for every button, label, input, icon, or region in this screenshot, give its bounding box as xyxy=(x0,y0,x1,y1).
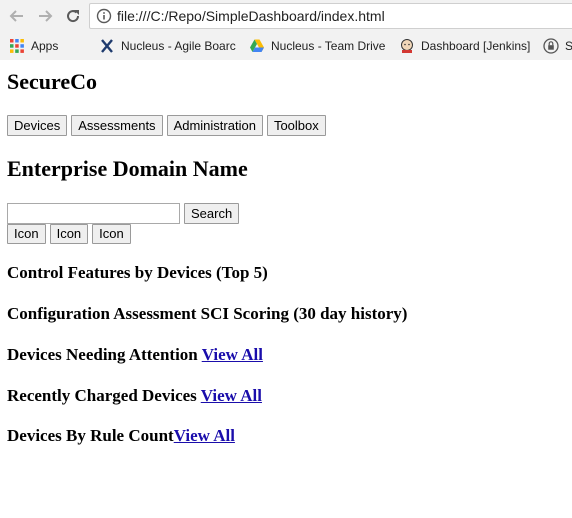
icon-button-3[interactable]: Icon xyxy=(92,224,131,244)
icon-button-1[interactable]: Icon xyxy=(7,224,46,244)
jenkins-icon xyxy=(401,39,413,53)
bookmark-jenkins[interactable]: Dashboard [Jenkins] xyxy=(399,37,530,55)
bookmark-label: Nucleus - Team Drive xyxy=(271,39,386,53)
address-bar[interactable]: file:///C:/Repo/SimpleDashboard/index.ht… xyxy=(89,3,572,29)
view-all-link[interactable]: View All xyxy=(201,386,262,405)
bookmark-label: S xyxy=(565,39,572,53)
bookmark-label: Dashboard [Jenkins] xyxy=(421,39,531,53)
section-devices-needing-attention: Devices Needing Attention View All xyxy=(7,345,263,365)
drive-icon xyxy=(250,39,264,52)
page-title: SecureCo xyxy=(7,69,98,94)
bookmark-nucleus-drive[interactable]: Nucleus - Team Drive xyxy=(249,37,385,55)
section-sci-scoring: Configuration Assessment SCI Scoring (30… xyxy=(7,304,407,324)
bookmark-label: Apps xyxy=(31,39,59,53)
section-control-features: Control Features by Devices (Top 5) xyxy=(7,263,268,283)
page-content: SecureCo Devices Assessments Administrat… xyxy=(0,60,572,518)
bookmark-label: Nucleus - Agile Boarc xyxy=(121,39,236,53)
forward-arrow-icon xyxy=(39,10,53,22)
bookmark-apps[interactable]: Apps xyxy=(9,37,58,55)
lock-circle-icon xyxy=(543,38,559,54)
search-button[interactable]: Search xyxy=(184,203,240,224)
bookmarks-bar: Apps Nucleus - Agile Boarc Nucleus - Tea… xyxy=(0,33,572,59)
bookmark-s[interactable]: S xyxy=(543,37,572,55)
bookmark-nucleus-agile[interactable]: Nucleus - Agile Boarc xyxy=(99,37,239,55)
toolbox-button[interactable]: Toolbox xyxy=(266,115,326,136)
section-heading: Devices Needing Attention xyxy=(7,345,202,364)
main-nav: Devices Assessments Administration Toolb… xyxy=(7,115,326,136)
back-button[interactable] xyxy=(7,6,27,26)
forward-button[interactable] xyxy=(35,6,55,26)
devices-button[interactable]: Devices xyxy=(7,115,68,136)
back-arrow-icon xyxy=(9,10,23,22)
reload-button[interactable] xyxy=(63,6,83,26)
section-heading: Devices By Rule Count xyxy=(7,426,174,445)
icon-button-2[interactable]: Icon xyxy=(49,224,89,244)
section-heading: Recently Charged Devices xyxy=(7,386,201,405)
reload-icon xyxy=(67,10,80,23)
view-all-link[interactable]: View All xyxy=(174,426,235,445)
assessments-button[interactable]: Assessments xyxy=(71,115,163,136)
domain-heading: Enterprise Domain Name xyxy=(7,156,248,181)
section-devices-by-rule-count: Devices By Rule CountView All xyxy=(7,426,235,446)
administration-button[interactable]: Administration xyxy=(166,115,263,136)
search-row: Search xyxy=(7,203,240,224)
browser-toolbar: file:///C:/Repo/SimpleDashboard/index.ht… xyxy=(0,0,572,33)
view-all-link[interactable]: View All xyxy=(202,345,263,364)
address-url: file:///C:/Repo/SimpleDashboard/index.ht… xyxy=(117,8,385,24)
info-icon xyxy=(96,8,112,24)
section-heading: Control Features by Devices (Top 5) xyxy=(7,263,268,282)
icon-button-row: Icon Icon Icon xyxy=(7,224,131,244)
browser-chrome: file:///C:/Repo/SimpleDashboard/index.ht… xyxy=(0,0,572,60)
nucleus-icon xyxy=(101,39,113,53)
apps-grid-icon xyxy=(10,39,24,53)
section-heading: Configuration Assessment SCI Scoring (30… xyxy=(7,304,408,323)
search-input[interactable] xyxy=(7,203,180,224)
section-recently-charged: Recently Charged Devices View All xyxy=(7,386,262,406)
